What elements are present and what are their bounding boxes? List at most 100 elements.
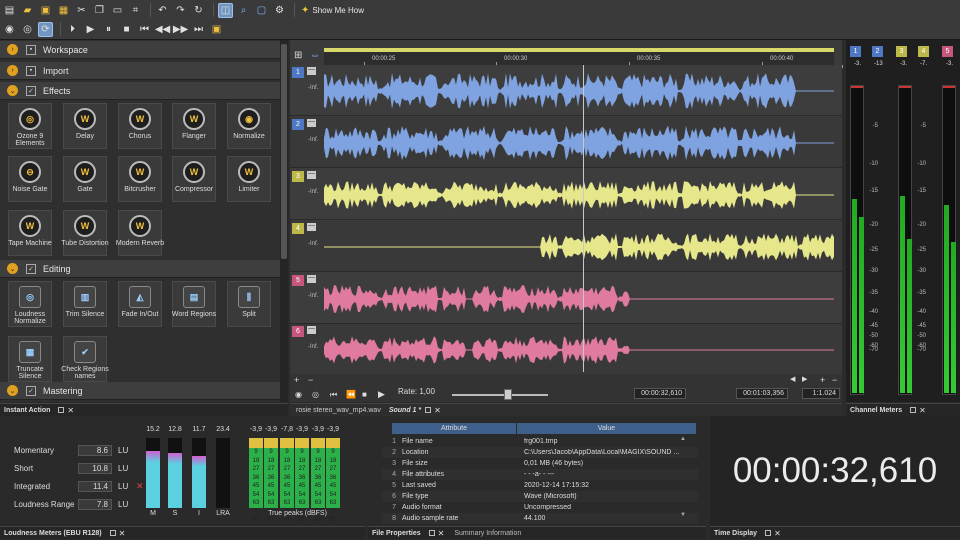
undo-icon[interactable]: ↶ — [155, 3, 170, 18]
track-minimize-button[interactable]: — — [307, 222, 316, 231]
effect-tile-tape-machine[interactable]: W Tape Machine — [8, 210, 52, 256]
effect-tile-normalize[interactable]: ◉ Normalize — [227, 103, 271, 149]
screen-icon[interactable]: ▢ — [254, 3, 269, 18]
section-import[interactable]: › ▪ Import — [0, 62, 280, 80]
close-icon[interactable]: ✕ — [67, 406, 74, 415]
property-row[interactable]: 5 Last saved 2020-12-14 17:15:32 — [382, 480, 698, 491]
property-row[interactable]: 7 Audio format Uncompressed — [382, 502, 698, 513]
property-row[interactable]: 2 Location C:\Users\Jacob\AppData\Local\MA… — [382, 447, 698, 458]
rewind-icon[interactable]: ◀◀ — [155, 22, 170, 37]
channel-button-4[interactable]: 4 — [918, 46, 929, 57]
editing-tile-check-regions[interactable]: ✔ Check Regions names — [61, 336, 109, 382]
save-icon[interactable]: ▣ — [38, 3, 53, 18]
channel-button-5[interactable]: 5 — [942, 46, 953, 57]
maximize-icon[interactable] — [910, 407, 917, 413]
close-icon[interactable]: ✕ — [438, 529, 445, 538]
record-icon[interactable]: ◉ — [2, 22, 17, 37]
scrub-icon[interactable]: ▣ — [209, 22, 224, 37]
effect-tile-noise-gate[interactable]: ⊖ Noise Gate — [8, 156, 52, 202]
property-row[interactable]: 6 File type Wave (Microsoft) — [382, 491, 698, 502]
scrollbar-thumb[interactable] — [281, 44, 287, 259]
waveform-track-1[interactable] — [324, 68, 834, 114]
effect-tile-limiter[interactable]: W Limiter — [227, 156, 271, 202]
track-minimize-button[interactable]: — — [307, 274, 316, 283]
rate-slider-thumb[interactable] — [504, 389, 512, 400]
effect-tile-ozone[interactable]: ◎ Ozone 9 Elements — [8, 103, 52, 149]
effect-tile-flanger[interactable]: W Flanger — [172, 103, 216, 149]
track-number[interactable]: 5 — [292, 275, 304, 286]
new-file-icon[interactable]: ▤ — [2, 3, 17, 18]
channel-button-2[interactable]: 2 — [872, 46, 883, 57]
property-row[interactable]: 3 File size 0,01 MB (46 bytes) — [382, 458, 698, 469]
col-attribute[interactable]: Attribute — [392, 423, 517, 434]
reset-icon[interactable]: ✕ — [136, 481, 144, 492]
rate-slider[interactable] — [452, 394, 548, 396]
tab-sound[interactable]: Sound 1 * — [389, 407, 421, 414]
maximize-icon[interactable] — [58, 407, 65, 413]
scroll-down-icon[interactable]: ▼ — [680, 512, 686, 518]
tab-file[interactable]: rosie stereo_wav_mp4.wav — [296, 407, 381, 414]
track-minimize-button[interactable]: — — [307, 66, 316, 75]
refresh-icon[interactable]: ↻ — [191, 3, 206, 18]
maximize-icon[interactable] — [109, 530, 116, 536]
track-number[interactable]: 2 — [292, 119, 304, 130]
play-icon[interactable]: ▶ — [378, 389, 385, 400]
loop-icon[interactable]: ◎ — [20, 22, 35, 37]
track-number[interactable]: 6 — [292, 326, 304, 337]
redo-icon[interactable]: ↷ — [173, 3, 188, 18]
zoom-in-icon[interactable]: + — [294, 375, 299, 385]
editing-tile-split[interactable]: ⫼ Split — [227, 281, 271, 327]
hzoom-out-icon[interactable]: − — [832, 375, 837, 385]
crop-icon[interactable]: ⌗ — [128, 3, 143, 18]
loop-icon[interactable]: ◎ — [312, 390, 319, 399]
scroll-up-icon[interactable]: ▲ — [680, 436, 686, 442]
close-icon[interactable]: ✕ — [774, 529, 781, 538]
scroll-right-icon[interactable]: ▶ — [802, 375, 807, 383]
left-panel-scrollbar[interactable] — [280, 40, 288, 402]
effect-tile-modern-reverb[interactable]: W Modern Reverb — [116, 210, 164, 256]
zoom-icon[interactable]: ⌕ — [236, 3, 251, 18]
track-number[interactable]: 4 — [292, 223, 304, 234]
effect-tile-gate[interactable]: W Gate — [63, 156, 107, 202]
section-effects[interactable]: ⌄ ✓ Effects — [0, 82, 280, 100]
go-start-icon[interactable]: ⏮ — [330, 390, 337, 400]
property-row[interactable]: 1 File name frg001.tmp — [382, 436, 698, 447]
waveform-track-6[interactable] — [324, 327, 834, 373]
stop-icon[interactable]: ■ — [362, 390, 367, 399]
col-value[interactable]: Value — [517, 423, 697, 434]
prev-marker-icon[interactable]: ⏮ — [137, 22, 152, 37]
scroll-left-icon[interactable]: ◀ — [790, 375, 795, 383]
play-from-start-icon[interactable]: ⏵ — [65, 22, 80, 37]
show-me-how-button[interactable]: ✦ Show Me How — [301, 5, 364, 16]
hzoom-in-icon[interactable]: + — [820, 375, 825, 385]
track-minimize-button[interactable]: — — [307, 325, 316, 334]
property-row[interactable]: 4 File attributes - - -a- - --- — [382, 469, 698, 480]
effect-tile-chorus[interactable]: W Chorus — [118, 103, 162, 149]
sync-icon[interactable]: ⟳ — [38, 21, 53, 37]
zoom-out-icon[interactable]: − — [308, 375, 313, 385]
editing-tile-loudness-normalize[interactable]: ◎ Loudness Normalize — [8, 281, 52, 327]
track-number[interactable]: 1 — [292, 67, 304, 78]
copy-icon[interactable]: ❐ — [92, 3, 107, 18]
section-mastering[interactable]: ⌄ ✓ Mastering — [0, 382, 280, 400]
waveform-track-2[interactable] — [324, 120, 834, 166]
pause-icon[interactable]: ⏸ — [101, 22, 116, 37]
waveform-track-5[interactable] — [324, 276, 834, 322]
close-icon[interactable]: ✕ — [434, 406, 441, 415]
tab-summary-information[interactable]: Summary Information — [454, 530, 521, 537]
save-all-icon[interactable]: ▦ — [56, 3, 71, 18]
maximize-icon[interactable] — [428, 530, 435, 536]
next-marker-icon[interactable]: ⏭ — [191, 22, 206, 37]
editing-tile-trim-silence[interactable]: ▥ Trim Silence — [63, 281, 107, 327]
paste-icon[interactable]: ▭ — [110, 3, 125, 18]
waveform-track-3[interactable] — [324, 172, 834, 218]
play-icon[interactable]: ▶ — [83, 22, 98, 37]
property-row[interactable]: 8 Audio sample rate 44.100 — [382, 513, 698, 524]
cut-icon[interactable]: ✂ — [74, 3, 89, 18]
settings-icon[interactable]: ⚙ — [272, 3, 287, 18]
effect-tile-bitcrusher[interactable]: W Bitcrusher — [118, 156, 162, 202]
open-folder-icon[interactable]: ▰ — [20, 3, 35, 18]
ruler-menu-icon[interactable]: ⊞ — [294, 50, 302, 61]
effect-tile-delay[interactable]: W Delay — [63, 103, 107, 149]
close-icon[interactable]: ✕ — [119, 529, 126, 538]
